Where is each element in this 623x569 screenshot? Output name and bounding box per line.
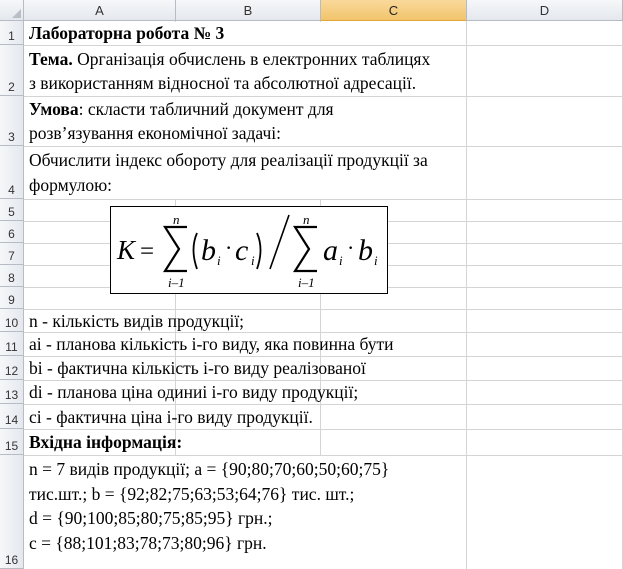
formula-k: K	[116, 235, 137, 265]
condition-cell[interactable]: Умова: скласти табличний документ для ро…	[25, 97, 465, 146]
select-all-triangle-icon	[12, 9, 21, 18]
row-header-8[interactable]: 8	[0, 265, 24, 287]
row-header-11[interactable]: 11	[0, 332, 24, 356]
formula-c: c	[235, 234, 248, 267]
theme-text-line2: з використанням відносної та абсолютної …	[29, 73, 417, 93]
formula-svg: K = n i–1 b i · c i n i–1 a i · b i	[116, 212, 378, 290]
theme-text-line1: Організація обчислень в електронних табл…	[72, 49, 431, 69]
row-header-9[interactable]: 9	[0, 287, 24, 309]
fraction-slash-icon	[269, 214, 290, 270]
task-text-line1: Обчислити індекс обороту для реалізації …	[29, 150, 428, 170]
theme-label: Тема.	[29, 49, 73, 69]
input-line-2: тис.шт.; b = {92;82;75;63;53;64;76} тис.…	[29, 483, 355, 504]
formula-equals: =	[140, 238, 154, 265]
column-header-d[interactable]: D	[467, 0, 623, 21]
input-header-cell[interactable]: Вхідна інформація:	[25, 430, 465, 455]
row-header-7[interactable]: 7	[0, 243, 24, 265]
task-text-line2: формулою:	[29, 175, 113, 195]
definition-b[interactable]: bi - фактична кількість і-го виду реаліз…	[25, 357, 465, 380]
definition-d[interactable]: di - планова ціна одиниі і-го виду проду…	[25, 381, 465, 404]
row-header-16[interactable]: 16	[0, 455, 24, 569]
formula-b-sub: i	[217, 253, 221, 268]
task-cell[interactable]: Обчислити індекс обороту для реалізації …	[25, 147, 465, 199]
row-header-5[interactable]: 5	[0, 199, 24, 221]
formula-c-sub: i	[251, 253, 255, 268]
row-header-13[interactable]: 13	[0, 380, 24, 404]
condition-text-line1: : скласти табличний документ для	[78, 99, 334, 119]
column-header-b[interactable]: B	[176, 0, 321, 21]
definition-c[interactable]: ci - фактична ціна і-го виду продукції.	[25, 405, 465, 429]
column-header-a[interactable]: A	[24, 0, 176, 21]
input-data-cell[interactable]: n = 7 видів продукції; a = {90;80;70;60;…	[25, 456, 465, 569]
right-paren-icon	[256, 232, 262, 270]
formula-dot1: ·	[225, 235, 232, 260]
input-line-1: n = 7 видів продукції; a = {90;80;70;60;…	[29, 459, 390, 479]
grid-line	[24, 199, 623, 200]
formula-sum1-top: n	[173, 212, 180, 227]
formula-sum1-bottom: i–1	[168, 275, 185, 290]
select-all-corner[interactable]	[0, 0, 24, 21]
formula-image[interactable]: K = n i–1 b i · c i n i–1 a i · b i	[110, 206, 388, 294]
formula-sum2-bottom: i–1	[298, 275, 315, 290]
formula-b2: b	[358, 234, 373, 267]
row-header-10[interactable]: 10	[0, 309, 24, 332]
grid-line	[466, 21, 467, 569]
condition-label: Умова	[29, 99, 79, 119]
formula-a-sub: i	[339, 253, 343, 268]
row-header-14[interactable]: 14	[0, 404, 24, 429]
input-line-3: d = {90;100;85;80;75;85;95} грн.;	[29, 508, 273, 528]
title-cell[interactable]: Лабораторна робота № 3	[25, 22, 465, 45]
row-header-2[interactable]: 2	[0, 45, 24, 96]
sigma-icon	[162, 225, 187, 273]
left-paren-icon	[192, 232, 198, 270]
definition-a[interactable]: ai - планова кількість і-го виду, яка по…	[25, 333, 465, 356]
row-header-6[interactable]: 6	[0, 221, 24, 243]
definition-n[interactable]: n - кількість видів продукції;	[25, 310, 465, 332]
formula-dot2: ·	[347, 235, 354, 260]
theme-cell[interactable]: Тема. Організація обчислень в електронни…	[25, 46, 465, 96]
row-header-4[interactable]: 4	[0, 146, 24, 199]
formula-b2-sub: i	[374, 253, 378, 268]
formula-sum2-top: n	[303, 212, 310, 227]
row-header-15[interactable]: 15	[0, 429, 24, 455]
formula-b: b	[201, 234, 216, 267]
condition-text-line2: розв’язування економічної задачі:	[29, 123, 281, 143]
column-header-c[interactable]: C	[321, 0, 467, 21]
row-header-3[interactable]: 3	[0, 96, 24, 146]
row-header-1[interactable]: 1	[0, 21, 24, 45]
row-header-12[interactable]: 12	[0, 356, 24, 380]
formula-a: a	[323, 234, 338, 267]
input-line-4: c = {88;101;83;78;73;80;96} грн.	[29, 532, 267, 553]
sigma-icon	[292, 225, 317, 273]
